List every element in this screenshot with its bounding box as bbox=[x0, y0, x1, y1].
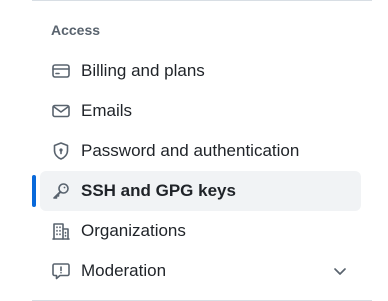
sidebar-item-organizations[interactable]: Organizations bbox=[40, 211, 361, 251]
report-icon bbox=[51, 261, 71, 281]
sidebar-item-label: Moderation bbox=[81, 261, 167, 280]
settings-sidebar-nav: Billing and plans Emails Password and au… bbox=[32, 51, 361, 291]
sidebar-item-label: SSH and GPG keys bbox=[81, 181, 236, 200]
sidebar-item-emails[interactable]: Emails bbox=[40, 91, 361, 131]
sidebar-item-label: Password and authentication bbox=[81, 141, 300, 160]
chevron-down-icon[interactable] bbox=[331, 262, 349, 280]
top-divider bbox=[32, 0, 372, 1]
active-indicator bbox=[32, 175, 36, 207]
sidebar-item-label: Billing and plans bbox=[81, 61, 205, 80]
sidebar-item-billing-and-plans[interactable]: Billing and plans bbox=[40, 51, 361, 91]
sidebar-item-ssh-and-gpg-keys[interactable]: SSH and GPG keys bbox=[32, 171, 361, 211]
key-icon bbox=[51, 181, 71, 201]
sidebar-item-label: Organizations bbox=[81, 221, 186, 240]
sidebar-item-password-and-authentication[interactable]: Password and authentication bbox=[40, 131, 361, 171]
sidebar-item-label: Emails bbox=[81, 101, 133, 120]
sidebar-item-moderation[interactable]: Moderation bbox=[40, 251, 361, 291]
mail-icon bbox=[51, 101, 71, 121]
organization-icon bbox=[51, 221, 71, 241]
section-heading: Access bbox=[51, 22, 101, 38]
shield-lock-icon bbox=[51, 141, 71, 161]
credit-card-icon bbox=[51, 61, 71, 81]
